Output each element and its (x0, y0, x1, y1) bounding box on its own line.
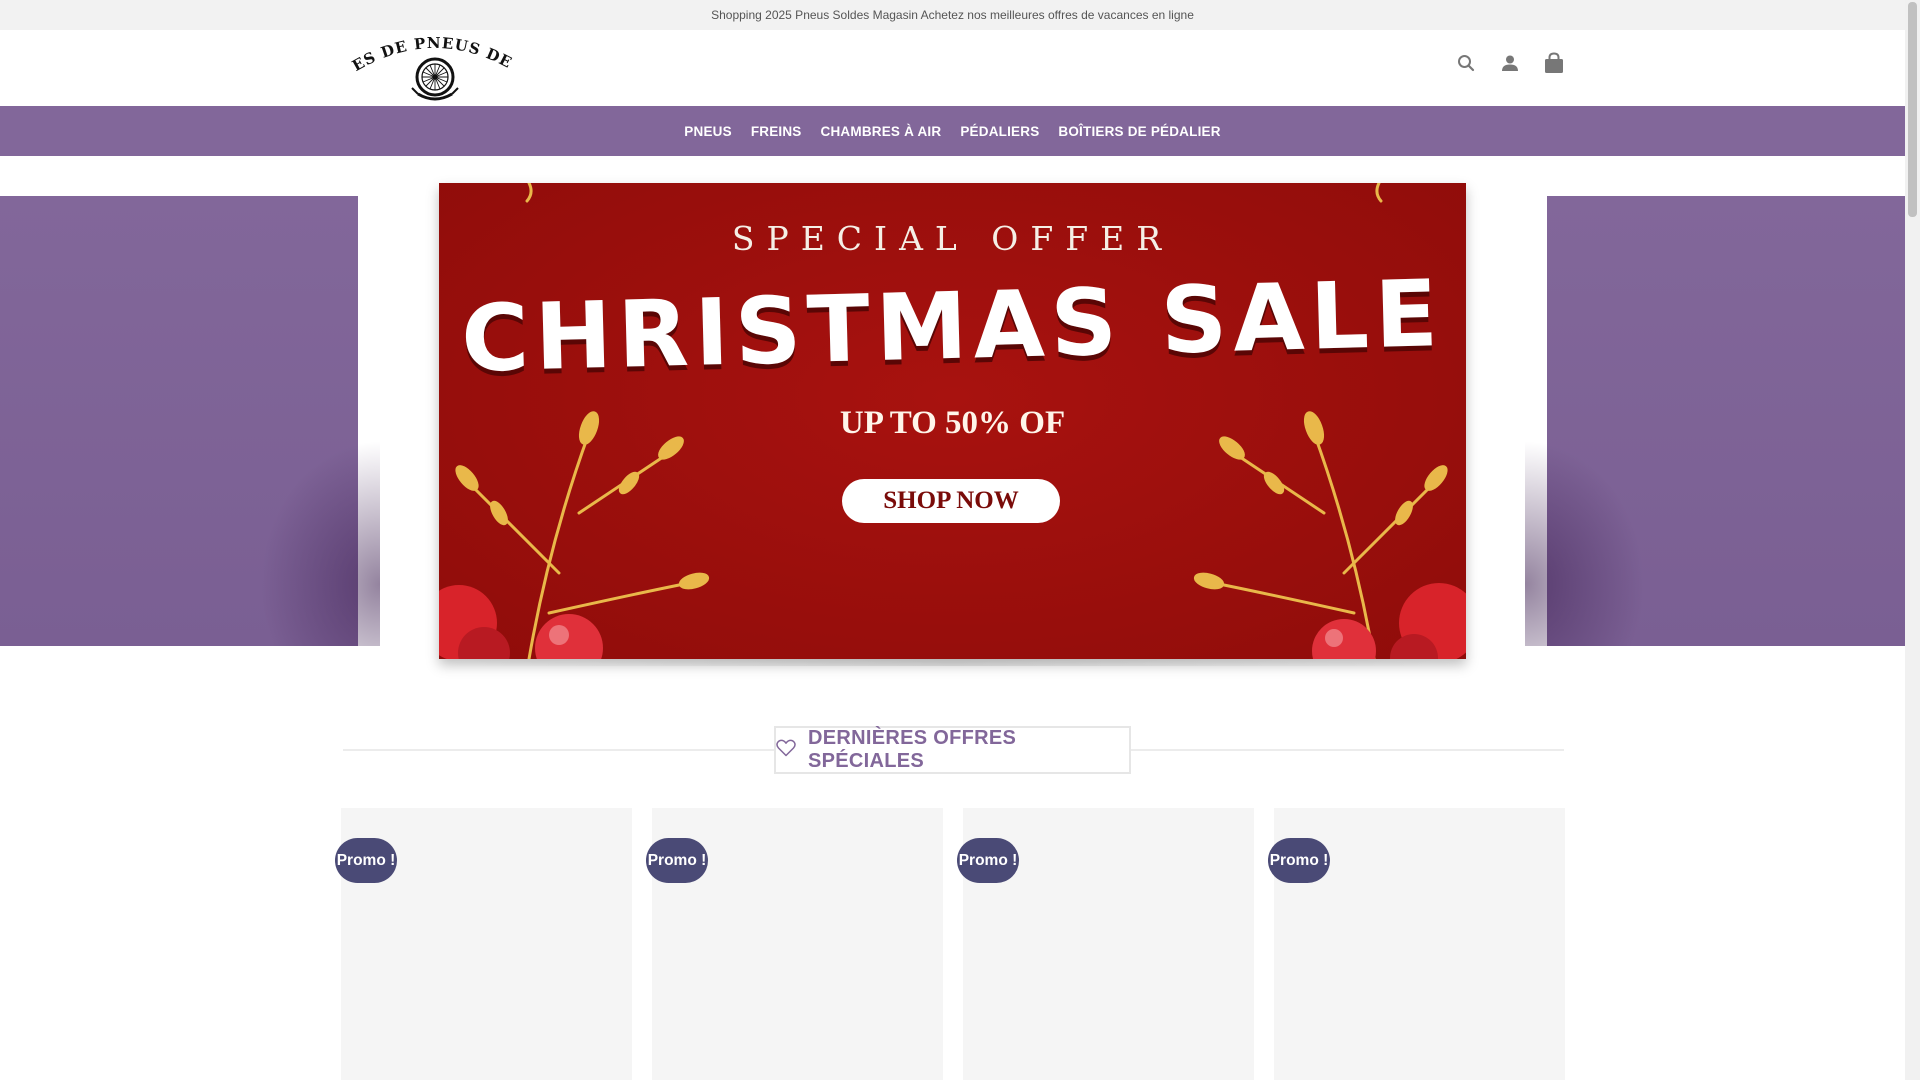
account-icon[interactable] (1499, 52, 1521, 74)
site-header: OFFRES DE PNEUS DE VÉLO (0, 30, 1905, 106)
page: Shopping 2025 Pneus Soldes Magasin Achet… (0, 0, 1905, 1080)
announcement-text: Shopping 2025 Pneus Soldes Magasin Achet… (711, 8, 1194, 22)
nav-item-pneus[interactable]: PNEUS (684, 124, 732, 139)
search-icon[interactable] (1455, 52, 1477, 74)
promo-badge: Promo ! (646, 838, 708, 883)
hero-shadow-left (260, 440, 380, 646)
section-title: DERNIÈRES OFFRES SPÉCIALES (808, 727, 1017, 772)
main-navigation: PNEUS FREINS CHAMBRES À AIR PÉDALIERS BO… (0, 106, 1905, 156)
hero-shadow-right (1525, 440, 1645, 646)
promo-badge: Promo ! (335, 838, 397, 883)
scrollbar[interactable] (1905, 0, 1920, 1080)
nav-item-pedaliers[interactable]: PÉDALIERS (960, 124, 1039, 139)
promo-badge: Promo ! (957, 838, 1019, 883)
promo-badge: Promo ! (1268, 838, 1330, 883)
heart-icon (776, 739, 796, 762)
banner-subtitle: SPECIAL OFFER (731, 219, 1174, 258)
product-card[interactable]: Promo ! (1268, 808, 1565, 1080)
product-card[interactable]: Promo ! (335, 808, 632, 1080)
product-card[interactable]: Promo ! (957, 808, 1254, 1080)
header-icons (1455, 52, 1565, 74)
section-header: DERNIÈRES OFFRES SPÉCIALES (343, 726, 1564, 774)
scrollbar-thumb[interactable] (1908, 2, 1917, 217)
section-title-box: DERNIÈRES OFFRES SPÉCIALES (774, 726, 1131, 774)
top-announcement-bar: Shopping 2025 Pneus Soldes Magasin Achet… (0, 0, 1905, 30)
site-logo[interactable]: OFFRES DE PNEUS DE VÉLO (342, 36, 528, 106)
shop-now-button[interactable]: SHOP NOW (842, 479, 1060, 523)
banner-offer-text: UP TO 50% OF (839, 405, 1066, 441)
product-grid: Promo ! Promo ! Promo ! Promo ! (335, 808, 1565, 1080)
nav-item-chambres-a-air[interactable]: CHAMBRES À AIR (821, 124, 942, 139)
logo-wheel-icon: OFFRES DE PNEUS DE VÉLO (342, 36, 520, 101)
nav-item-boitiers-de-pedalier[interactable]: BOÎTIERS DE PÉDALIER (1058, 124, 1220, 139)
nav-item-freins[interactable]: FREINS (751, 124, 802, 139)
cart-icon[interactable] (1543, 52, 1565, 74)
product-card[interactable]: Promo ! (646, 808, 943, 1080)
christmas-sale-banner[interactable]: SPECIAL OFFER CHRISTMAS SALE UP TO 50% O… (439, 183, 1466, 659)
